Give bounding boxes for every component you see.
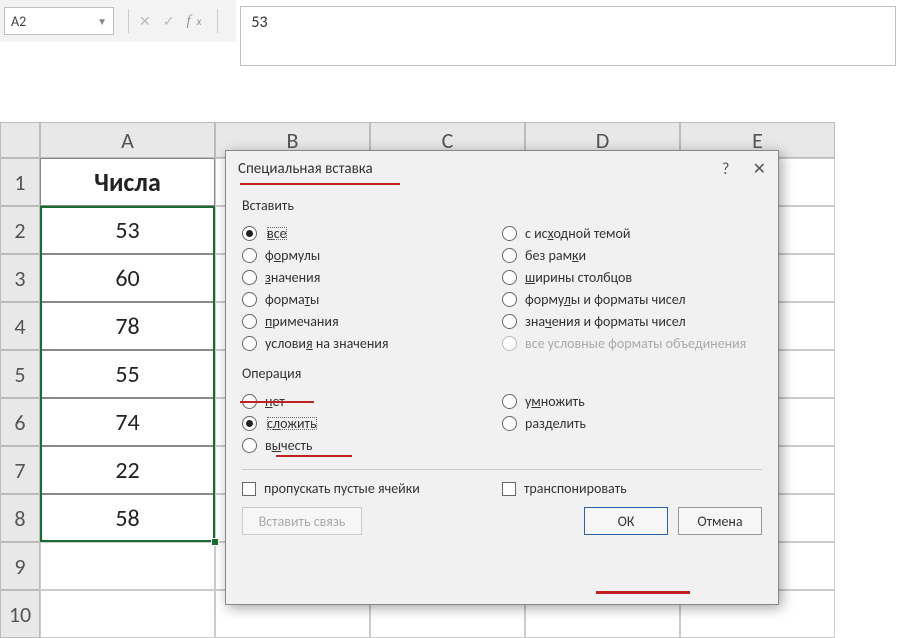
ok-button[interactable]: ОК [584,507,668,535]
skip-blanks-checkbox[interactable]: пропускать пустые ячейки [242,480,502,497]
table-data-cell[interactable]: 53 [40,206,215,254]
radio-option[interactable]: форматы [242,291,502,308]
radio-option: все условные форматы объединения [502,335,762,352]
radio-option[interactable]: формулы [242,247,502,264]
table-data-cell[interactable]: 74 [40,398,215,446]
cancel-icon[interactable]: ✕ [139,13,151,30]
formula-input[interactable]: 53 [240,6,896,66]
table-data-cell[interactable]: 22 [40,446,215,494]
row-header[interactable]: 10 [0,590,40,638]
row-header[interactable]: 2 [0,206,40,254]
paste-section-label: Вставить [242,197,762,214]
cell[interactable] [40,542,215,590]
row-header[interactable]: 6 [0,398,40,446]
cell-reference: A2 [11,13,26,30]
cell[interactable] [40,590,215,638]
chevron-down-icon[interactable]: ▼ [97,15,107,28]
radio-option[interactable]: значения [242,269,502,286]
operation-section-label: Операция [242,365,762,382]
fx-icon[interactable]: fx [186,13,207,30]
column-header[interactable]: A [40,122,215,158]
radio-option[interactable]: сложить [242,415,502,432]
radio-option[interactable]: значения и форматы чисел [502,313,762,330]
row-header[interactable]: 3 [0,254,40,302]
dialog-title: Специальная вставка [238,160,373,178]
radio-option[interactable]: с исходной темой [502,225,762,242]
cancel-button[interactable]: Отмена [678,507,762,535]
name-box[interactable]: A2 ▼ [4,7,114,35]
radio-option[interactable]: без рамки [502,247,762,264]
transpose-checkbox[interactable]: транспонировать [502,480,762,497]
select-all-corner[interactable] [0,122,40,158]
row-header[interactable]: 8 [0,494,40,542]
confirm-icon[interactable]: ✓ [163,13,175,30]
radio-option[interactable]: условия на значения [242,335,502,352]
help-icon[interactable]: ? [722,160,729,179]
radio-option[interactable]: ширины столбцов [502,269,762,286]
radio-option[interactable]: формулы и форматы чисел [502,291,762,308]
row-header[interactable]: 5 [0,350,40,398]
row-header[interactable]: 7 [0,446,40,494]
table-data-cell[interactable]: 78 [40,302,215,350]
radio-option[interactable]: вычесть [242,437,502,454]
radio-option[interactable]: все [242,225,502,242]
table-header-cell[interactable]: Числа [40,158,215,206]
fill-handle[interactable] [211,538,219,546]
table-data-cell[interactable]: 55 [40,350,215,398]
paste-special-dialog: Специальная вставка ? ✕ Вставить все форм… [225,150,779,605]
row-header[interactable]: 1 [0,158,40,206]
paste-link-button: Вставить связь [242,507,362,535]
formula-bar-icons: ✕ ✓ fx [124,9,222,33]
radio-option[interactable]: умножить [502,393,762,410]
row-header[interactable]: 4 [0,302,40,350]
table-data-cell[interactable]: 58 [40,494,215,542]
table-data-cell[interactable]: 60 [40,254,215,302]
close-icon[interactable]: ✕ [753,160,766,179]
radio-option[interactable]: примечания [242,313,502,330]
radio-option[interactable]: разделить [502,415,762,432]
row-header[interactable]: 9 [0,542,40,590]
